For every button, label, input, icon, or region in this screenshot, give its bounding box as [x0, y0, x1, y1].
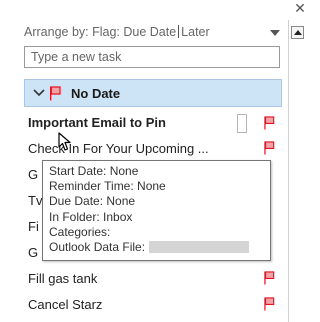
mouse-cursor-icon [58, 132, 71, 151]
arrange-by-label: Arrange by: Flag: Due Date [24, 25, 177, 39]
tooltip-categories: Categories: [49, 224, 111, 239]
task-details-tooltip: Start Date: None Reminder Time: None Due… [42, 160, 271, 261]
flag-icon [50, 85, 61, 100]
arrange-separator [178, 25, 180, 38]
flag-icon[interactable] [262, 271, 276, 285]
tooltip-in-folder: In Folder: Inbox [49, 209, 133, 224]
new-task-input[interactable] [24, 46, 280, 68]
chevron-down-icon[interactable] [270, 30, 280, 36]
task-title: Cancel Starz [28, 297, 103, 312]
flag-icon[interactable] [262, 116, 276, 130]
flag-icon[interactable] [262, 141, 276, 155]
tooltip-start-date: Start Date: None [49, 164, 139, 178]
tooltip-due-date: Due Date: None [49, 194, 136, 209]
tooltip-data-file-row: Outlook Data File: [49, 240, 264, 255]
task-title: G [28, 245, 39, 260]
redacted-value [149, 241, 250, 254]
task-title: Check In For Your Upcoming ... [28, 141, 209, 156]
vertical-scrollbar[interactable] [288, 20, 305, 322]
tooltip-data-file: Outlook Data File: [49, 240, 146, 255]
close-icon[interactable]: ✕ [293, 1, 307, 15]
task-title: G [28, 167, 39, 182]
task-row[interactable]: Cancel Starz [28, 292, 280, 318]
task-title: Fi [28, 219, 39, 234]
task-row[interactable]: Fill gas tank [28, 266, 280, 292]
flag-icon[interactable] [262, 297, 276, 311]
task-complete-checkbox[interactable] [237, 114, 247, 133]
task-title: Important Email to Pin [28, 115, 166, 130]
arrange-by-selector[interactable]: Arrange by: Flag: Due Date Later [24, 25, 286, 41]
task-title: Fill gas tank [28, 271, 98, 286]
task-title: Tv [28, 193, 43, 208]
group-header-no-date[interactable]: No Date [24, 79, 282, 107]
tooltip-reminder-time: Reminder Time: None [49, 179, 166, 194]
scroll-up-button[interactable] [291, 26, 304, 39]
group-label: No Date [71, 85, 121, 101]
arrange-order-label[interactable]: Later [181, 25, 210, 39]
